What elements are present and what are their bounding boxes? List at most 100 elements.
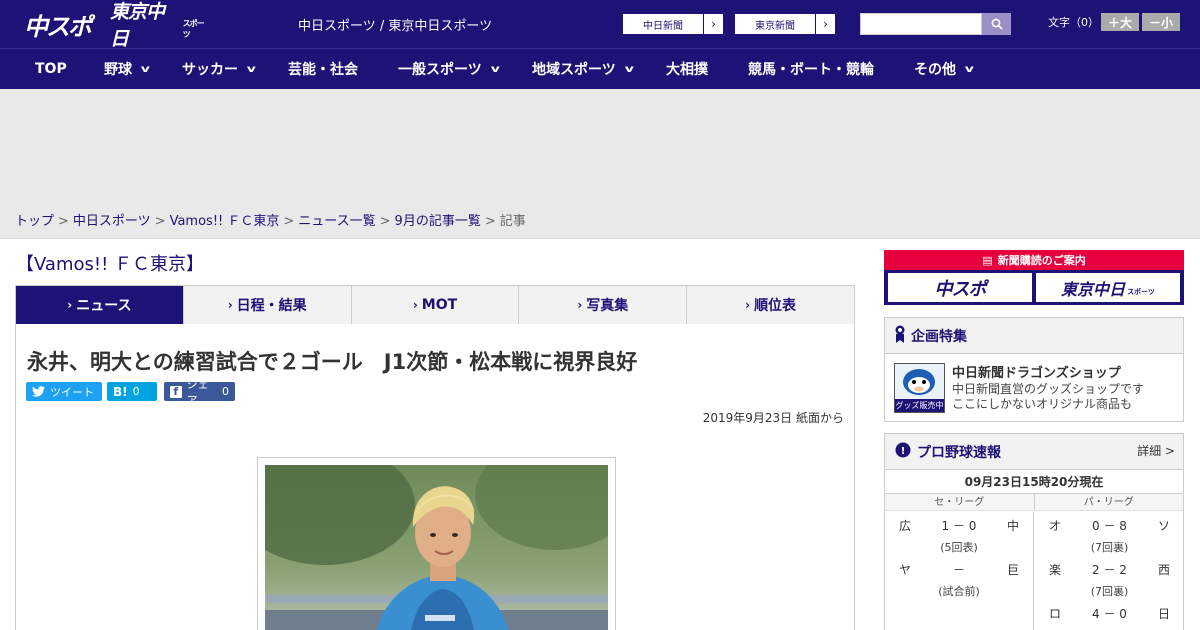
- game-status: (7回裏): [1090, 585, 1129, 598]
- sub-logo-sub: スポーツ: [1127, 287, 1155, 296]
- league-header-row: セ・リーグ パ・リーグ: [885, 494, 1183, 511]
- scores-detail-link[interactable]: 詳細 >: [1137, 442, 1175, 459]
- main-nav: TOP 野球 v サッカー v 芸能・社会 一般スポーツ v 地域スポーツ v 大相撲 …: [0, 48, 1200, 89]
- feature-title-label: 企画特集: [911, 328, 967, 345]
- ribbon-icon: [895, 325, 905, 347]
- tweet-label: ツイート: [50, 385, 94, 399]
- sub-logo-text: 東京中日: [1061, 279, 1126, 299]
- search-button[interactable]: [982, 13, 1011, 35]
- baseball-scores-title: プロ野球速報: [917, 444, 1001, 461]
- font-small-button[interactable]: －小: [1142, 13, 1180, 31]
- dragons-shop-title[interactable]: 中日新聞ドラゴンズショップ: [952, 362, 1121, 381]
- chevron-right-icon: ›: [412, 298, 418, 312]
- nav-item-general-sports[interactable]: 一般スポーツ v: [398, 49, 500, 89]
- away-team: 巨: [1006, 563, 1019, 577]
- nav-item-regional-sports[interactable]: 地域スポーツ v: [532, 49, 634, 89]
- nav-label: 一般スポーツ: [398, 62, 482, 78]
- ext-link-label: 東京新聞: [755, 20, 795, 32]
- section-tabs: › ニュース › 日程・結果 › MOT › 写真集 › 順位表: [15, 285, 855, 332]
- nav-item-entertainment[interactable]: 芸能・社会: [288, 49, 358, 89]
- fb-share-count: 0: [222, 385, 229, 398]
- section-title: 【Vamos!! ＦＣ東京】: [16, 254, 205, 275]
- nav-label: 芸能・社会: [288, 62, 358, 78]
- subscription-header: ▤ 新聞購読のご案内: [884, 250, 1184, 270]
- nav-item-other[interactable]: その他 v: [914, 49, 974, 89]
- fb-share-label: シェア: [186, 377, 209, 407]
- subscribe-tokyo-logo[interactable]: 東京中日 スポーツ: [1036, 273, 1180, 302]
- game-row[interactable]: ロ 4 － 0 日: [1035, 600, 1184, 630]
- game-status: (試合前): [938, 585, 980, 598]
- tab-standings[interactable]: › 順位表: [686, 286, 854, 324]
- nav-label: 競馬・ボート・競輪: [748, 62, 874, 78]
- tokyo-logo-text: 東京中日: [110, 1, 165, 50]
- breadcrumb-september-list[interactable]: 9月の記事一覧: [395, 214, 481, 229]
- article-body: [15, 437, 855, 630]
- scores-timestamp: 09月23日15時20分現在: [885, 470, 1183, 494]
- tab-news[interactable]: › ニュース: [16, 286, 183, 332]
- game-row[interactable]: ヤ － 巨 (試合前): [885, 556, 1033, 600]
- tokyo-chunichi-logo[interactable]: 東京中日 スポーツ: [110, 1, 210, 50]
- nav-item-baseball[interactable]: 野球 v: [104, 49, 150, 89]
- breadcrumb-top[interactable]: トップ: [15, 214, 54, 229]
- dragons-shop-thumb-label: グッズ販売中: [895, 399, 944, 412]
- nav-label: 地域スポーツ: [532, 62, 616, 78]
- article-photo-frame[interactable]: [257, 457, 616, 630]
- game-row[interactable]: オ 0 － 8 ソ (7回裏): [1035, 512, 1184, 556]
- sub-logo-text: 中スポ: [934, 278, 987, 300]
- twitter-bird-icon: [32, 386, 45, 397]
- article-header: 永井、明大との練習試合で２ゴール J1次節・松本戦に視界良好 ツイート B! 0…: [15, 324, 855, 438]
- hatena-bookmark-button[interactable]: B! 0: [107, 382, 157, 401]
- chuspo-logo[interactable]: 中スポ: [24, 8, 104, 41]
- search-icon: [991, 18, 1003, 30]
- newspaper-icon: ▤: [982, 253, 993, 267]
- baseball-scores: ! プロ野球速報 詳細 > 09月23日15時20分現在 セ・リーグ パ・リーグ…: [884, 433, 1184, 630]
- chevron-right-icon: ›: [745, 298, 751, 312]
- away-team: 日: [1157, 607, 1170, 621]
- game-row[interactable]: 広 1 － 0 中 (5回表): [885, 512, 1033, 556]
- tab-label: 日程・結果: [236, 298, 307, 314]
- chevron-right-icon: ›: [815, 14, 835, 34]
- site-name: 中日スポーツ / 東京中日スポーツ: [298, 19, 493, 34]
- chevron-right-icon: ›: [703, 14, 723, 34]
- game-row[interactable]: 楽 2 － 2 西 (7回裏): [1035, 556, 1184, 600]
- font-size-label: 文字（0）: [1048, 16, 1099, 29]
- away-team: 中: [1006, 519, 1019, 533]
- tab-label: 順位表: [754, 298, 797, 314]
- subscription-banner[interactable]: ▤ 新聞購読のご案内 中スポ 東京中日 スポーツ: [884, 250, 1184, 305]
- article-headline: 永井、明大との練習試合で２ゴール J1次節・松本戦に視界良好: [27, 350, 638, 374]
- breadcrumb-current: 記事: [499, 214, 526, 229]
- feature-desc-line: ここにしかないオリジナル商品も: [952, 397, 1133, 411]
- tab-mot[interactable]: › MOT: [350, 286, 519, 324]
- tweet-button[interactable]: ツイート: [26, 382, 102, 401]
- tab-schedule[interactable]: › 日程・結果: [182, 286, 351, 324]
- tab-photos[interactable]: › 写真集: [518, 286, 686, 324]
- tokyo-shimbun-link[interactable]: 東京新聞 ›: [734, 13, 836, 35]
- search-input[interactable]: [860, 13, 982, 35]
- chunichi-shimbun-link[interactable]: 中日新聞 ›: [622, 13, 724, 35]
- nav-item-sumo[interactable]: 大相撲: [666, 49, 708, 89]
- breadcrumb: トップ > 中日スポーツ > Vamos!! ＦＣ東京 > ニュース一覧 >9月の記事一覧 > 記…: [15, 214, 526, 229]
- nav-item-top[interactable]: TOP: [35, 49, 67, 89]
- nav-item-soccer[interactable]: サッカー v: [182, 49, 256, 89]
- chevron-down-icon: v: [246, 63, 256, 75]
- facebook-share-button[interactable]: f シェア 0: [164, 378, 235, 407]
- baseball-scores-header: ! プロ野球速報 詳細 >: [885, 434, 1183, 470]
- subscribe-chuspo-logo[interactable]: 中スポ: [888, 273, 1032, 302]
- tab-label: 写真集: [586, 298, 629, 314]
- article-photo: [265, 465, 608, 630]
- dragons-shop-thumbnail[interactable]: グッズ販売中: [894, 363, 945, 413]
- tab-label: ニュース: [76, 298, 132, 314]
- chevron-down-icon: v: [964, 63, 974, 75]
- feature-section: 企画特集 グッズ販売中 中日新聞ドラゴンズショップ 中日新聞直営のグッズショップ…: [884, 317, 1184, 422]
- nav-label: 野球: [104, 62, 132, 78]
- nav-item-racing[interactable]: 競馬・ボート・競輪: [748, 49, 874, 89]
- chevron-down-icon: v: [140, 63, 150, 75]
- breadcrumb-news-list[interactable]: ニュース一覧: [298, 214, 375, 229]
- svg-text:!: !: [901, 446, 906, 457]
- breadcrumb-chunichi-sports[interactable]: 中日スポーツ: [73, 214, 151, 229]
- feature-desc-line: 中日新聞直営のグッズショップです: [952, 382, 1145, 396]
- font-large-button[interactable]: ＋大: [1101, 13, 1139, 31]
- pacific-league-label: パ・リーグ: [1083, 497, 1134, 508]
- feature-header: 企画特集: [885, 318, 1183, 354]
- breadcrumb-fc-tokyo[interactable]: Vamos!! ＦＣ東京: [170, 214, 280, 229]
